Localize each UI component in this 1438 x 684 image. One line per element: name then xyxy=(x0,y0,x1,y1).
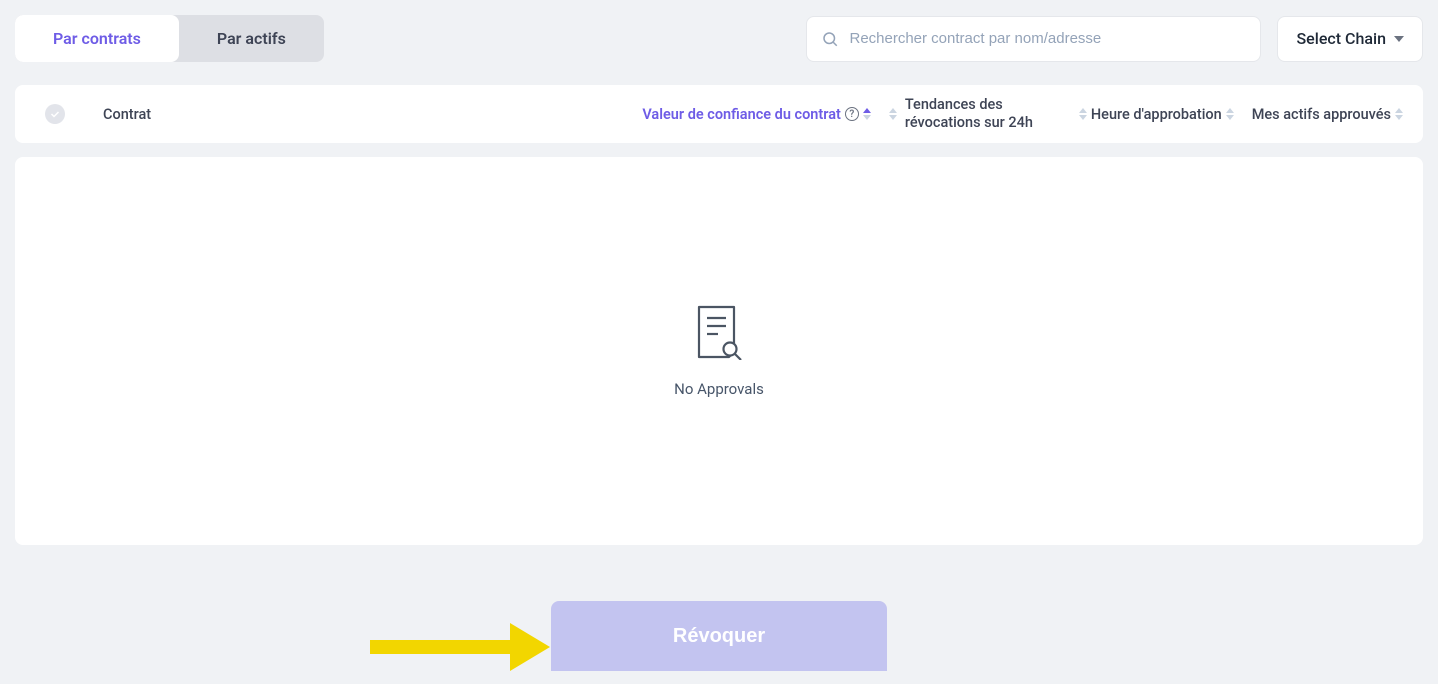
tab-by-assets[interactable]: Par actifs xyxy=(179,15,324,62)
revoke-button[interactable]: Révoquer xyxy=(551,601,887,671)
column-trust[interactable]: Valeur de confiance du contrat ? xyxy=(642,106,871,123)
search-input[interactable] xyxy=(849,30,1246,47)
column-time[interactable]: Heure d'approbation xyxy=(1079,106,1234,123)
arrow-right-icon xyxy=(510,623,550,671)
column-trend[interactable]: Tendances des révocations sur 24h xyxy=(889,96,1069,132)
column-assets-label: Mes actifs approuvés xyxy=(1252,106,1391,123)
sort-icon xyxy=(863,108,871,120)
column-contract[interactable]: Contrat xyxy=(103,106,642,123)
empty-message: No Approvals xyxy=(674,380,764,398)
chain-select-label: Select Chain xyxy=(1296,29,1386,48)
search-icon xyxy=(821,30,839,48)
column-time-label: Heure d'approbation xyxy=(1091,106,1222,123)
select-all-checkbox[interactable] xyxy=(45,104,73,124)
document-search-icon xyxy=(694,304,744,360)
sort-icon xyxy=(889,108,897,120)
search-field[interactable] xyxy=(806,16,1261,62)
tab-by-contracts[interactable]: Par contrats xyxy=(15,15,179,62)
column-assets[interactable]: Mes actifs approuvés xyxy=(1252,106,1403,123)
chevron-down-icon xyxy=(1394,36,1404,42)
column-trust-label: Valeur de confiance du contrat xyxy=(642,106,841,123)
sort-icon xyxy=(1226,108,1234,120)
sort-icon xyxy=(1079,108,1087,120)
sort-icon xyxy=(1395,108,1403,120)
arrow-annotation xyxy=(370,623,550,671)
column-trend-label: Tendances des révocations sur 24h xyxy=(905,96,1069,132)
empty-state: No Approvals xyxy=(15,157,1423,545)
view-tabs: Par contrats Par actifs xyxy=(15,15,324,62)
help-icon[interactable]: ? xyxy=(845,107,859,121)
check-circle-icon xyxy=(45,104,65,124)
chain-select[interactable]: Select Chain xyxy=(1277,16,1423,62)
table-header: Contrat Valeur de confiance du contrat ?… xyxy=(15,85,1423,143)
